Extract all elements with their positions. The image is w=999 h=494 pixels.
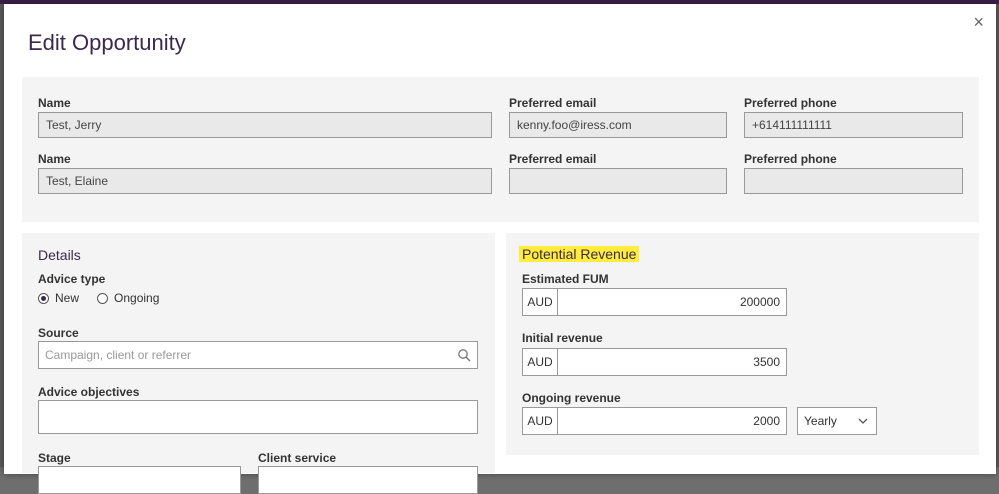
advice-objectives-label: Advice objectives [38, 385, 140, 399]
currency-label: AUD [523, 289, 558, 315]
name-label: Name [38, 152, 71, 166]
stage-label: Stage [38, 451, 71, 465]
contacts-panel: Name Test, Jerry Preferred email kenny.f… [22, 77, 979, 222]
details-title: Details [38, 247, 81, 263]
ongoing-revenue-input[interactable]: 2000 [558, 408, 786, 434]
source-placeholder: Campaign, client or referrer [45, 348, 192, 362]
ongoing-revenue-field[interactable]: AUD 2000 [522, 407, 787, 435]
frequency-select[interactable]: Yearly [797, 407, 877, 435]
edit-opportunity-modal: × Edit Opportunity Name Test, Jerry Pref… [4, 4, 996, 494]
client-service-select[interactable] [258, 466, 478, 494]
chevron-down-icon [858, 418, 868, 424]
potential-revenue-title: Potential Revenue [519, 246, 640, 262]
preferred-email-label: Preferred email [509, 152, 597, 166]
currency-label: AUD [523, 408, 558, 434]
preferred-phone-label: Preferred phone [744, 96, 837, 110]
advice-type-new-label: New [55, 291, 80, 305]
currency-label: AUD [523, 349, 558, 375]
details-panel: Details Advice type New Ongoing Source C… [22, 233, 495, 494]
preferred-phone-field[interactable]: +614111111111 [744, 112, 963, 138]
radio-unchecked-icon[interactable] [97, 292, 109, 304]
source-label: Source [38, 326, 79, 340]
ongoing-revenue-label: Ongoing revenue [522, 391, 621, 405]
potential-revenue-panel: Potential Revenue Estimated FUM AUD 2000… [506, 233, 979, 455]
estimated-fum-input[interactable]: 200000 [558, 289, 786, 315]
name-field[interactable]: Test, Jerry [38, 112, 492, 138]
initial-revenue-field[interactable]: AUD 3500 [522, 348, 787, 376]
estimated-fum-label: Estimated FUM [522, 272, 609, 286]
frequency-value: Yearly [804, 414, 837, 428]
preferred-email-field[interactable]: kenny.foo@iress.com [509, 112, 727, 138]
source-input[interactable]: Campaign, client or referrer [38, 341, 478, 369]
advice-objectives-input[interactable] [38, 400, 478, 434]
preferred-email-field[interactable] [509, 168, 727, 194]
advice-type-new-option[interactable]: New [38, 291, 79, 305]
advice-type-ongoing-label: Ongoing [114, 291, 160, 305]
radio-checked-icon[interactable] [38, 292, 49, 304]
preferred-phone-field[interactable] [744, 168, 963, 194]
close-icon[interactable]: × [973, 12, 984, 32]
preferred-email-label: Preferred email [509, 96, 597, 110]
initial-revenue-input[interactable]: 3500 [558, 349, 786, 375]
estimated-fum-field[interactable]: AUD 200000 [522, 288, 787, 316]
stage-select[interactable] [38, 466, 241, 494]
potential-revenue-highlight: Potential Revenue [519, 246, 640, 262]
name-label: Name [38, 96, 71, 110]
name-field[interactable]: Test, Elaine [38, 168, 492, 194]
preferred-phone-label: Preferred phone [744, 152, 837, 166]
initial-revenue-label: Initial revenue [522, 331, 603, 345]
client-service-label: Client service [258, 451, 337, 465]
advice-type-radio-group: New Ongoing [38, 291, 177, 305]
modal-title: Edit Opportunity [28, 30, 186, 55]
advice-type-label: Advice type [38, 272, 106, 286]
advice-type-ongoing-option[interactable]: Ongoing [97, 291, 159, 305]
search-icon[interactable] [457, 348, 471, 362]
